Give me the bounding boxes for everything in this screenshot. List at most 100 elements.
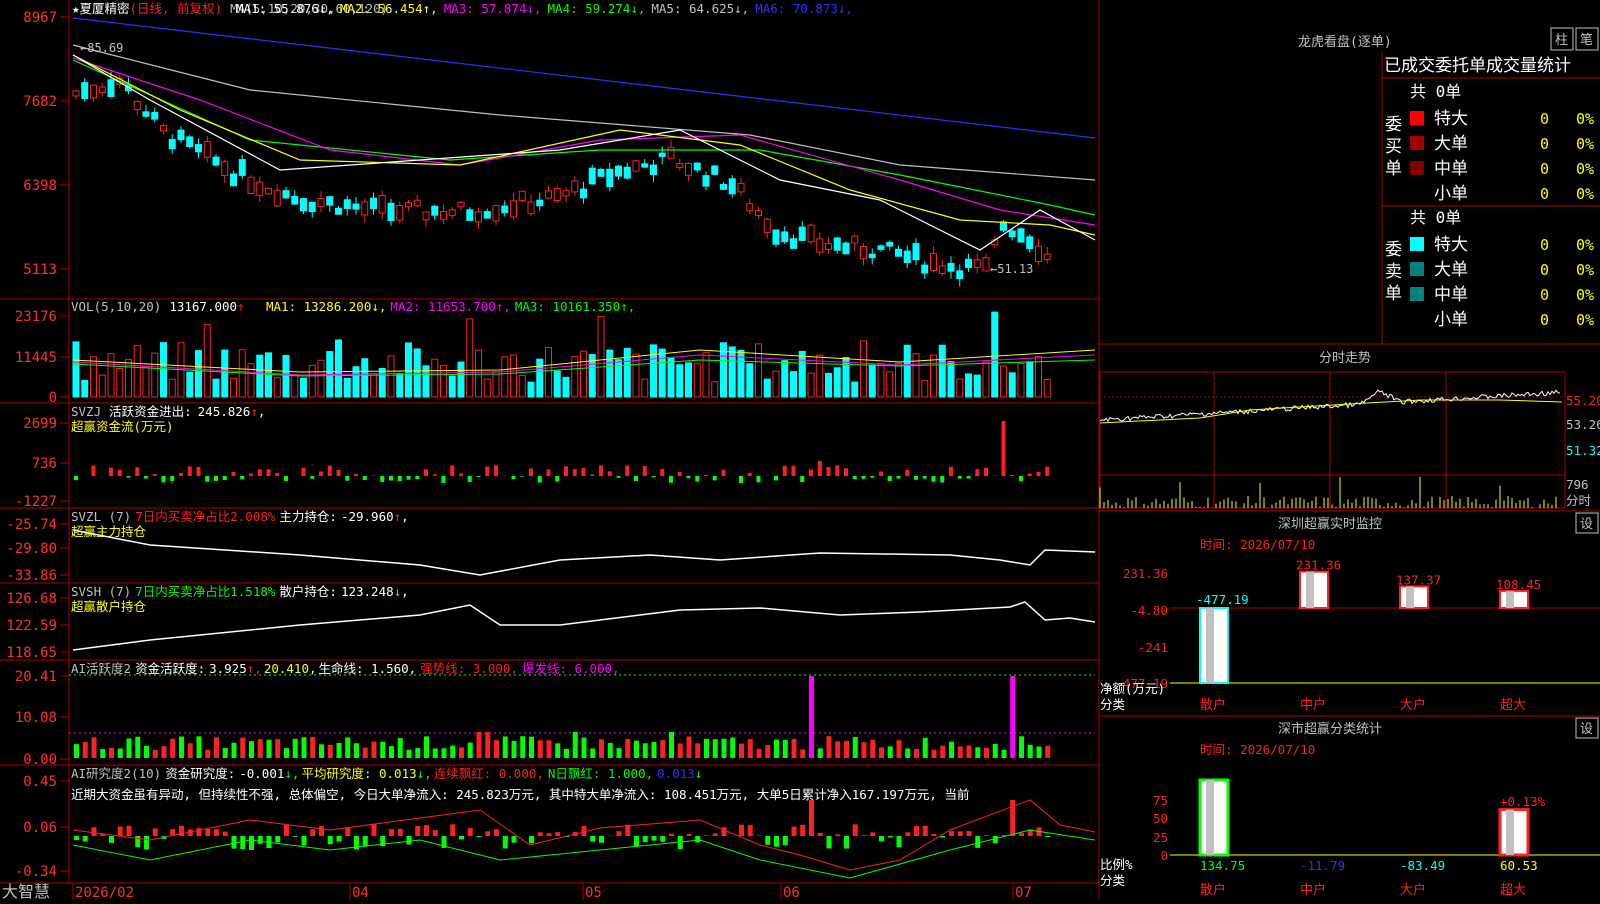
ai-active-bar bbox=[555, 743, 560, 758]
candle-body bbox=[668, 147, 674, 158]
ai-active-bar bbox=[275, 739, 280, 758]
candle-body bbox=[274, 191, 280, 206]
candle-body bbox=[134, 102, 140, 110]
szc-cat-label: 中户 bbox=[1300, 882, 1326, 898]
volume-bar bbox=[931, 355, 937, 397]
svzj-bar bbox=[223, 476, 227, 480]
sz-monitor-ylabel: 净额(万元) bbox=[1100, 681, 1165, 696]
candle-body bbox=[642, 164, 648, 167]
szm-bar-label: -477.19 bbox=[1196, 592, 1249, 607]
ai-active-v2: 20.410 bbox=[264, 661, 309, 676]
sell-row-count: 0 bbox=[1540, 286, 1549, 304]
candle-body bbox=[91, 85, 97, 98]
low-marker: ←51.13 bbox=[990, 262, 1033, 276]
volume-bar bbox=[248, 364, 254, 397]
ai-active-bar bbox=[302, 737, 307, 758]
candle-body bbox=[607, 169, 613, 186]
candles bbox=[73, 72, 1050, 286]
svzj-bar bbox=[1037, 472, 1041, 476]
szm-cat-label: 散户 bbox=[1200, 697, 1226, 713]
volume-bar bbox=[1044, 379, 1050, 397]
svzj-bar bbox=[914, 476, 918, 480]
ai-active-bar bbox=[940, 746, 945, 758]
ai-active-strong: 强势线: 3.000, bbox=[420, 661, 518, 676]
svzj-bar bbox=[372, 475, 376, 476]
svzj-bar bbox=[188, 466, 192, 476]
szm-cat-label: 大户 bbox=[1400, 697, 1426, 713]
volume-bar bbox=[196, 351, 202, 397]
intraday-price-tick: 51.32 bbox=[1566, 443, 1600, 458]
sz-monitor-settings-button[interactable]: 设 bbox=[1576, 513, 1598, 533]
candle-body bbox=[764, 219, 770, 232]
svzj-bar bbox=[275, 473, 279, 476]
sell-row-pct: 0% bbox=[1576, 261, 1594, 279]
szm-bar-shade bbox=[1506, 591, 1514, 608]
szm-bar-shade bbox=[1406, 586, 1414, 608]
sell-row-name: 大单 bbox=[1434, 260, 1468, 280]
volume-bar bbox=[939, 345, 945, 397]
svzj-arrow: ↑ bbox=[250, 404, 258, 419]
ai-active-header: AI活跃度2资金活跃度:3.925↑,20.410,生命线: 1.560,强势线… bbox=[71, 661, 620, 676]
buy-row-count: 0 bbox=[1540, 160, 1549, 178]
ai-research-bar bbox=[818, 833, 823, 836]
svzj-bar bbox=[494, 465, 498, 476]
svzj-bar bbox=[205, 476, 209, 482]
buy-row-count: 0 bbox=[1540, 135, 1549, 153]
svsh-sub: 超赢散户持仓 bbox=[71, 599, 147, 614]
ai-active-bar bbox=[442, 748, 447, 758]
svzj-bar bbox=[267, 469, 271, 476]
volume-bar bbox=[799, 351, 805, 397]
ai-active-bar bbox=[564, 749, 569, 758]
volume-bar bbox=[896, 363, 902, 397]
ai-research-bar bbox=[844, 836, 849, 849]
zhu-button[interactable]: 柱 bbox=[1551, 28, 1573, 50]
ai-research-bar bbox=[669, 834, 674, 836]
ai-research-header: AI研究度2(10)资金研究度:-0.001↓,平均研究度: 0.013↓,连续… bbox=[71, 766, 702, 781]
ma-legend-item: MA3: 57.874↓, bbox=[444, 1, 542, 16]
ai-research-desc: 资金研究度: bbox=[165, 766, 235, 781]
ai-research-bar bbox=[643, 836, 648, 842]
ai-research-bar bbox=[275, 836, 280, 842]
y-tick-label: 0.45 bbox=[23, 774, 57, 790]
ai-research-bar bbox=[240, 836, 245, 849]
sell-color-swatch bbox=[1410, 262, 1424, 276]
candle-body bbox=[414, 200, 420, 205]
ai-active-bar bbox=[223, 748, 228, 758]
volume-bar bbox=[957, 379, 963, 397]
volume-bar bbox=[257, 355, 263, 397]
svzj-bar bbox=[634, 476, 638, 481]
ai-research-bar bbox=[897, 836, 902, 847]
candle-body bbox=[292, 197, 298, 205]
ai-active-bar bbox=[739, 744, 744, 758]
ai-active-bar bbox=[897, 740, 902, 758]
ai-research-bar bbox=[529, 836, 534, 843]
szm-y-tick: -241 bbox=[1138, 640, 1168, 655]
bi-button[interactable]: 笔 bbox=[1576, 28, 1598, 50]
ai-research-bar bbox=[232, 836, 237, 849]
volume-bar bbox=[204, 325, 210, 397]
ai-active-bar bbox=[512, 741, 517, 758]
svzj-bar bbox=[713, 476, 717, 480]
sz-monitor-chart: 231.36-4.80-241-477.19-477.19散户231.36中户1… bbox=[1115, 558, 1600, 713]
volume-bar bbox=[624, 348, 630, 397]
volume-bar bbox=[554, 371, 560, 397]
ai-active-bar bbox=[1037, 747, 1042, 758]
ai-active-bar bbox=[800, 749, 805, 758]
szc-value-label: -83.49 bbox=[1400, 858, 1445, 873]
ai-active-bar bbox=[660, 740, 665, 758]
candle-body bbox=[388, 203, 394, 220]
sz-classify-ylabel: 比例% bbox=[1100, 857, 1133, 872]
candle-body bbox=[869, 254, 875, 257]
volume-bar bbox=[642, 379, 648, 397]
svzj-bar bbox=[695, 476, 699, 482]
y-tick-label: -33.86 bbox=[6, 568, 57, 584]
volume-bar bbox=[782, 361, 788, 397]
ai-active-bar bbox=[617, 748, 622, 758]
ai-research-bar bbox=[853, 824, 858, 836]
sz-classify-settings-button[interactable]: 设 bbox=[1576, 718, 1598, 738]
ai-research-bar bbox=[660, 836, 665, 842]
y-tick-label: 2699 bbox=[23, 416, 57, 432]
ai-research-bar bbox=[695, 836, 700, 842]
ai-research-bar bbox=[862, 835, 867, 836]
intraday-vol-tick: 796 bbox=[1566, 477, 1589, 492]
